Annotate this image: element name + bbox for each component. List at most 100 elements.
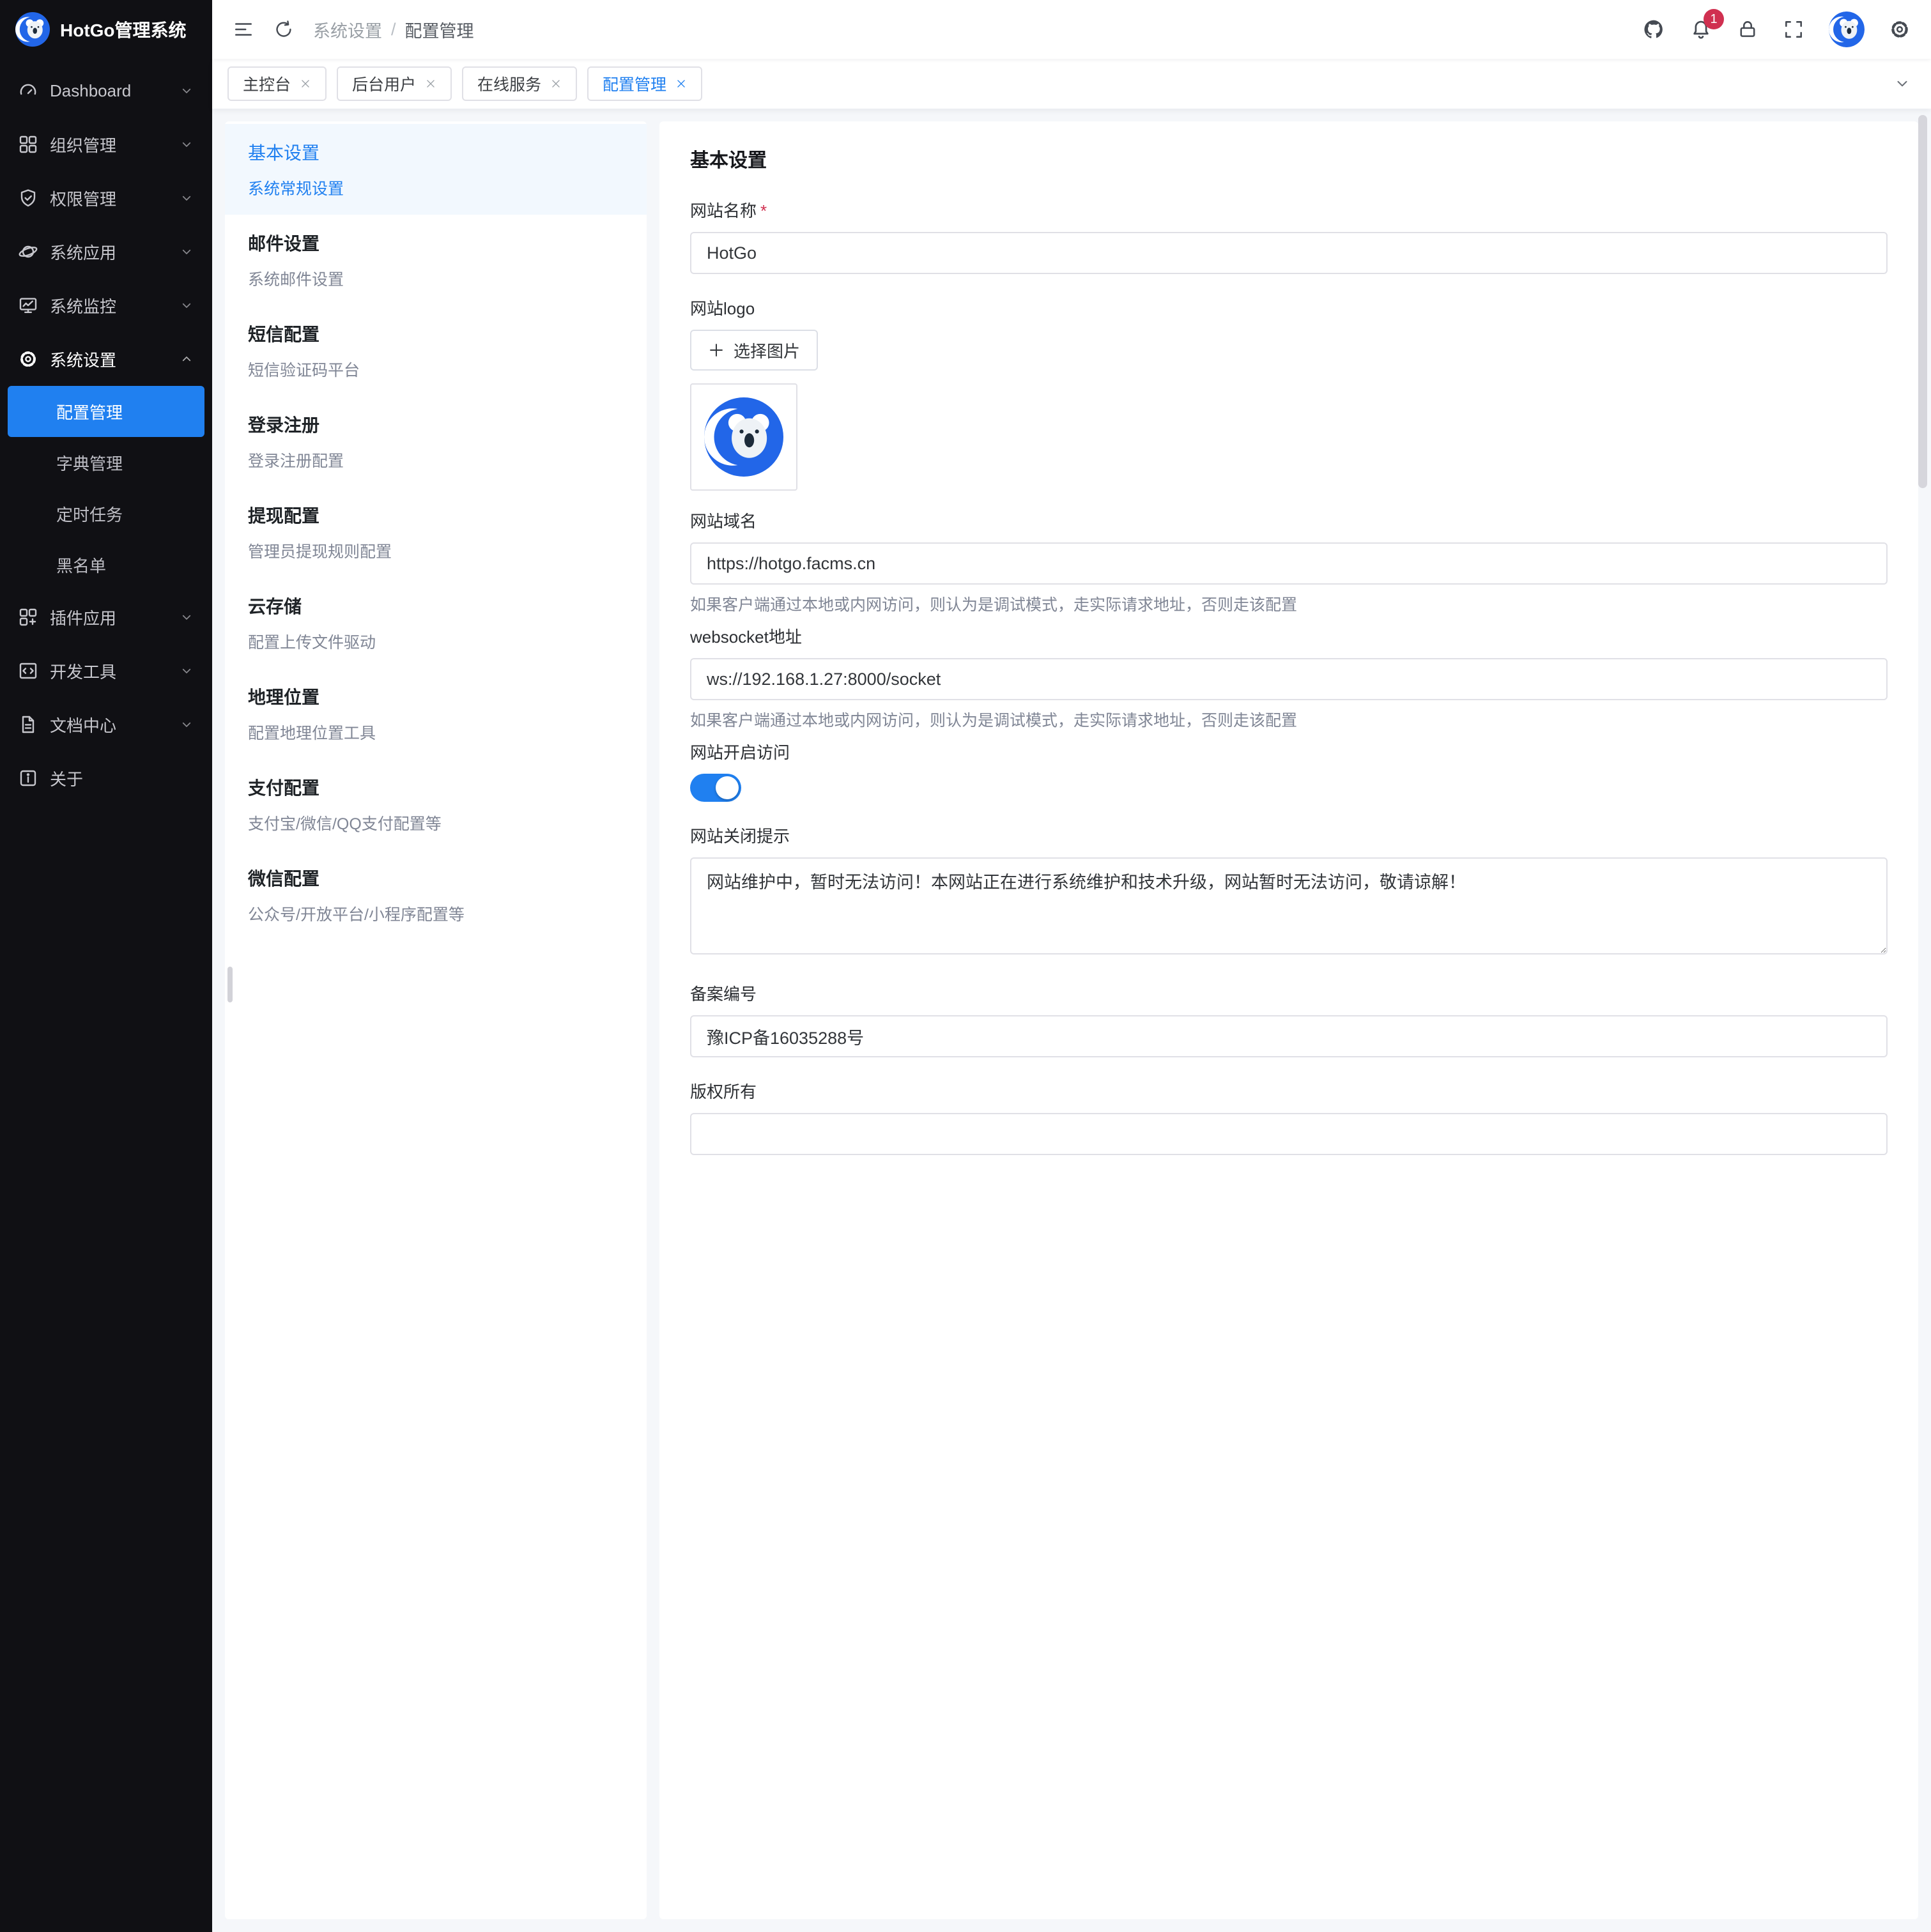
content-scrollbar-thumb[interactable]: [1918, 115, 1927, 488]
top-header: 系统设置 / 配置管理 1: [212, 0, 1931, 59]
site-logo-preview[interactable]: [690, 383, 797, 491]
tab-options-chevron[interactable]: [1889, 70, 1916, 97]
icp-input[interactable]: [690, 1015, 1888, 1057]
settings-item-login[interactable]: 登录注册 登录注册配置: [225, 396, 647, 487]
site-logo-image: [704, 397, 783, 477]
panel-scrollbar-thumb[interactable]: [227, 967, 233, 1002]
chevron-down-icon: [179, 663, 194, 678]
close-icon[interactable]: [675, 78, 687, 89]
settings-item-email[interactable]: 邮件设置 系统邮件设置: [225, 215, 647, 305]
close-icon[interactable]: [425, 78, 436, 89]
notifications-bell[interactable]: 1: [1689, 18, 1712, 41]
notification-badge: 1: [1704, 9, 1724, 29]
chevron-down-icon: [179, 298, 194, 313]
sidebar-item-system-app[interactable]: 系统应用: [0, 225, 212, 279]
tab-config-management[interactable]: 配置管理: [587, 66, 702, 101]
header-actions: 1: [1642, 12, 1911, 47]
chevron-up-icon: [179, 351, 194, 367]
copyright-input[interactable]: [690, 1113, 1888, 1155]
sidebar-item-plugins[interactable]: 插件应用: [0, 590, 212, 644]
content-area: 基本设置 系统常规设置 邮件设置 系统邮件设置 短信配置 短信验证码平台 登录注…: [212, 109, 1931, 1932]
sidebar-subitem-cron[interactable]: 定时任务: [0, 488, 212, 539]
close-tip-textarea[interactable]: 网站维护中，暂时无法访问！本网站正在进行系统维护和技术升级，网站暂时无法访问，敬…: [690, 857, 1888, 954]
dashboard-icon: [18, 80, 38, 101]
app-title: HotGo管理系统: [60, 17, 187, 42]
shield-check-icon: [18, 188, 38, 208]
sidebar-item-permission[interactable]: 权限管理: [0, 171, 212, 225]
lock-screen-icon[interactable]: [1737, 19, 1758, 40]
field-site-domain: 网站域名 如果客户端通过本地或内网访问，则认为是调试模式，走实际请求地址，否则走…: [690, 509, 1888, 615]
choose-image-button[interactable]: 选择图片: [690, 330, 818, 371]
app-logo-row[interactable]: HotGo管理系统: [0, 0, 212, 59]
sidebar-item-monitor[interactable]: 系统监控: [0, 279, 212, 332]
sidebar-item-about[interactable]: 关于: [0, 751, 212, 805]
copyright-label: 版权所有: [690, 1079, 1888, 1103]
code-box-icon: [18, 661, 38, 681]
tab-admin-users[interactable]: 后台用户: [337, 66, 452, 101]
info-box-icon: [18, 768, 38, 788]
sidebar-subitem-dictionary[interactable]: 字典管理: [0, 437, 212, 488]
settings-item-payment[interactable]: 支付配置 支付宝/微信/QQ支付配置等: [225, 759, 647, 850]
fullscreen-icon[interactable]: [1783, 19, 1804, 40]
websocket-label: websocket地址: [690, 624, 1888, 648]
main-column: 系统设置 / 配置管理 1: [212, 0, 1931, 1932]
avatar-logo-icon: [1829, 12, 1865, 47]
settings-item-wechat[interactable]: 微信配置 公众号/开放平台/小程序配置等: [225, 850, 647, 940]
breadcrumb-section[interactable]: 系统设置: [313, 17, 382, 42]
user-avatar[interactable]: [1829, 12, 1865, 47]
site-name-input[interactable]: [690, 232, 1888, 274]
field-close-tip: 网站关闭提示 网站维护中，暂时无法访问！本网站正在进行系统维护和技术升级，网站暂…: [690, 824, 1888, 960]
breadcrumb-separator: /: [391, 20, 396, 40]
monitor-icon: [18, 295, 38, 316]
github-icon[interactable]: [1642, 18, 1665, 41]
site-domain-help: 如果客户端通过本地或内网访问，则认为是调试模式，走实际请求地址，否则走该配置: [690, 592, 1888, 615]
gear-icon: [18, 349, 38, 369]
close-icon[interactable]: [300, 78, 311, 89]
reload-icon[interactable]: [273, 19, 294, 40]
field-site-open: 网站开启访问: [690, 740, 1888, 802]
grid-plus-icon: [18, 607, 38, 627]
site-name-label: 网站名称*: [690, 198, 1888, 222]
tab-strip: 主控台 后台用户 在线服务 配置管理: [212, 59, 1931, 109]
sidebar-item-docs[interactable]: 文档中心: [0, 698, 212, 751]
breadcrumb: 系统设置 / 配置管理: [313, 17, 474, 42]
settings-item-cloud-storage[interactable]: 云存储 配置上传文件驱动: [225, 578, 647, 668]
chevron-down-icon: [179, 83, 194, 98]
field-site-logo: 网站logo 选择图片: [690, 296, 1888, 491]
sidebar-item-dashboard[interactable]: Dashboard: [0, 64, 212, 118]
tab-dashboard[interactable]: 主控台: [227, 66, 327, 101]
grid-icon: [18, 134, 38, 155]
sidebar-item-system-settings[interactable]: 系统设置: [0, 332, 212, 386]
chevron-down-icon: [179, 610, 194, 625]
basic-settings-form-panel: 基本设置 网站名称* 网站logo 选择图片 网站域名: [659, 121, 1918, 1919]
document-icon: [18, 714, 38, 735]
field-site-name: 网站名称*: [690, 198, 1888, 274]
site-domain-input[interactable]: [690, 542, 1888, 585]
settings-item-sms[interactable]: 短信配置 短信验证码平台: [225, 305, 647, 396]
websocket-input[interactable]: [690, 658, 1888, 700]
site-open-toggle[interactable]: [690, 774, 741, 802]
field-icp: 备案编号: [690, 981, 1888, 1057]
toggle-knob: [716, 776, 739, 799]
settings-gear-icon[interactable]: [1889, 19, 1911, 40]
settings-item-basic[interactable]: 基本设置 系统常规设置: [225, 124, 647, 215]
sidebar: HotGo管理系统 Dashboard 组织管理 权限管理 系统应用 系统监控: [0, 0, 212, 1932]
close-tip-label: 网站关闭提示: [690, 824, 1888, 847]
settings-item-geo[interactable]: 地理位置 配置地理位置工具: [225, 668, 647, 759]
planet-icon: [18, 241, 38, 262]
settings-category-panel: 基本设置 系统常规设置 邮件设置 系统邮件设置 短信配置 短信验证码平台 登录注…: [225, 121, 647, 1919]
chevron-down-icon: [179, 137, 194, 152]
sidebar-menu: Dashboard 组织管理 权限管理 系统应用 系统监控 系统设置: [0, 59, 212, 1932]
sidebar-item-organization[interactable]: 组织管理: [0, 118, 212, 171]
tab-online-service[interactable]: 在线服务: [462, 66, 577, 101]
sidebar-item-dev-tools[interactable]: 开发工具: [0, 644, 212, 698]
chevron-down-icon: [179, 190, 194, 206]
sidebar-subitem-blacklist[interactable]: 黑名单: [0, 539, 212, 590]
sidebar-collapse-icon[interactable]: [233, 19, 254, 40]
websocket-help: 如果客户端通过本地或内网访问，则认为是调试模式，走实际请求地址，否则走该配置: [690, 708, 1888, 731]
site-domain-label: 网站域名: [690, 509, 1888, 532]
sidebar-subitem-config[interactable]: 配置管理: [8, 386, 204, 437]
chevron-down-icon: [179, 244, 194, 259]
close-icon[interactable]: [550, 78, 562, 89]
settings-item-withdraw[interactable]: 提现配置 管理员提现规则配置: [225, 487, 647, 578]
